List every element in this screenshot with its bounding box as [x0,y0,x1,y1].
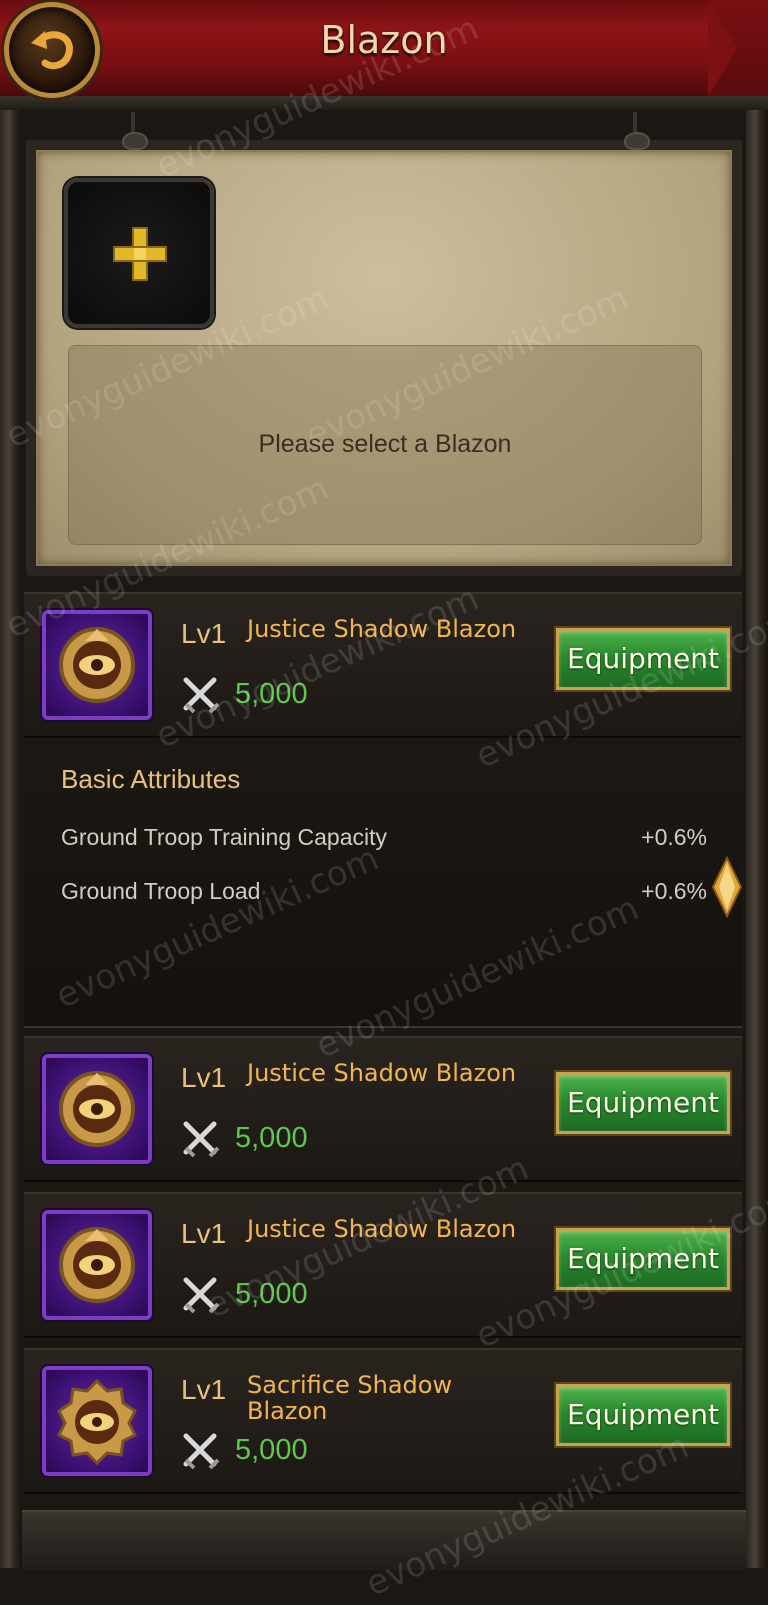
select-hint: Please select a Blazon [258,430,512,458]
plus-icon [113,227,167,281]
back-arrow-icon [31,31,73,70]
blazon-level: Lv1 [181,618,227,649]
blazon-row[interactable]: Lv1 Justice Shadow Blazon 5,000 Equipmen… [24,1036,742,1182]
panel-hook-right [620,112,650,152]
attribute-value: +0.6% [641,878,707,904]
frame-pillar-right [746,110,768,1568]
crossed-swords-icon [183,1433,220,1470]
blazon-power: 5,000 [235,1434,308,1466]
blazon-row[interactable]: Lv1 Justice Shadow Blazon 5,000 Equipmen… [24,592,742,738]
frame-pillar-left [0,110,22,1568]
eye-emblem-icon [59,627,135,703]
attribute-label: Ground Troop Training Capacity [61,824,388,850]
diamond-gem-icon[interactable] [711,856,743,918]
blazon-icon [42,1210,152,1320]
blazon-level: Lv1 [181,1062,227,1093]
panel-hook-left [118,112,148,152]
eye-emblem-icon [59,1071,135,1147]
blazon-icon [42,1366,152,1476]
eye-emblem-icon [56,1378,138,1466]
blazon-level: Lv1 [181,1374,227,1405]
attributes-title: Basic Attributes [61,764,241,794]
back-button[interactable] [4,2,100,98]
crossed-swords-icon [183,1121,220,1158]
blazon-slot[interactable] [64,178,214,328]
equipment-button[interactable]: Equipment [556,1072,730,1134]
equipment-button[interactable]: Equipment [556,1384,730,1446]
blazon-power: 5,000 [235,1122,308,1154]
blazon-level: Lv1 [181,1218,227,1249]
blazon-name: Sacrifice Shadow Blazon [247,1371,453,1425]
attribute-value: +0.6% [641,824,707,850]
blazon-icon [42,1054,152,1164]
eye-emblem-icon [59,1227,135,1303]
blazon-name: Justice Shadow Blazon [247,1059,517,1087]
